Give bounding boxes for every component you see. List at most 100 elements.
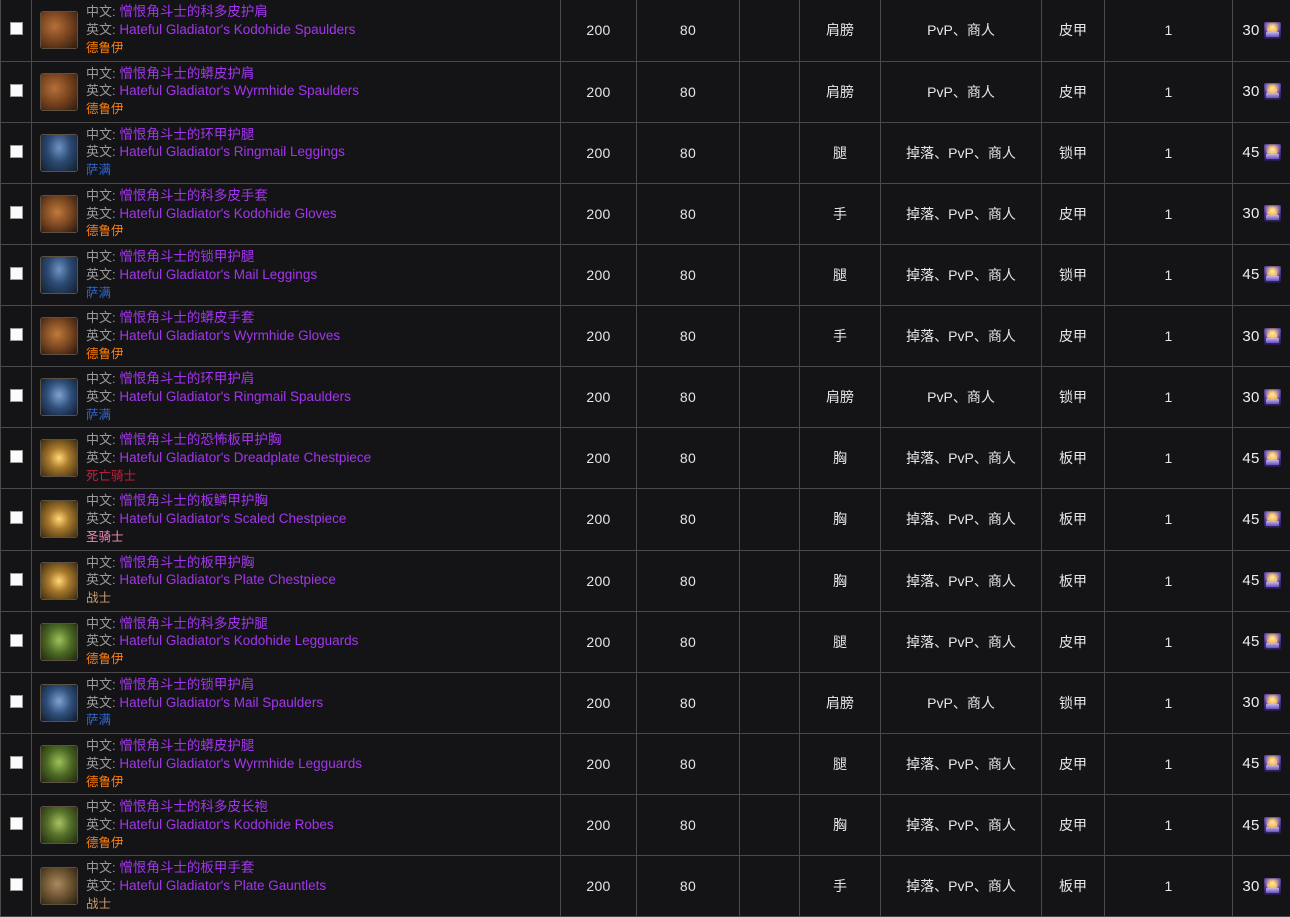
table-row[interactable]: 中文: 憎恨角斗士的锁甲护腿英文: Hateful Gladiator's Ma…: [1, 244, 1290, 305]
item-name-en[interactable]: Hateful Gladiator's Mail Leggings: [119, 267, 317, 282]
chest-leather-green-icon[interactable]: [40, 806, 78, 844]
source-cell: PvP、商人: [881, 367, 1042, 428]
cost-cell: 30: [1233, 306, 1290, 367]
item-name-en[interactable]: Hateful Gladiator's Ringmail Leggings: [119, 144, 344, 159]
row-select-cell[interactable]: [1, 122, 32, 183]
row-select-cell[interactable]: [1, 183, 32, 244]
item-name-cn[interactable]: 憎恨角斗士的恐怖板甲护胸: [119, 432, 281, 447]
table-row[interactable]: 中文: 憎恨角斗士的板甲手套英文: Hateful Gladiator's Pl…: [1, 856, 1290, 917]
row-select-cell[interactable]: [1, 672, 32, 733]
row-select-cell[interactable]: [1, 61, 32, 122]
legs-mail-blue-icon[interactable]: [40, 134, 78, 172]
item-name-cn[interactable]: 憎恨角斗士的板鳞甲护胸: [119, 493, 268, 508]
row-checkbox[interactable]: [10, 84, 23, 97]
item-name-en[interactable]: Hateful Gladiator's Wyrmhide Spaulders: [119, 83, 359, 98]
table-row[interactable]: 中文: 憎恨角斗士的蟒皮护肩英文: Hateful Gladiator's Wy…: [1, 61, 1290, 122]
gloves-leather-brown-icon[interactable]: [40, 195, 78, 233]
item-name-en[interactable]: Hateful Gladiator's Kodohide Legguards: [119, 633, 358, 648]
item-name-en[interactable]: Hateful Gladiator's Wyrmhide Legguards: [119, 756, 362, 771]
chest-plate-gold-icon[interactable]: [40, 562, 78, 600]
row-select-cell[interactable]: [1, 611, 32, 672]
row-select-cell[interactable]: [1, 489, 32, 550]
row-select-cell[interactable]: [1, 306, 32, 367]
item-name-cn[interactable]: 憎恨角斗士的蟒皮护腿: [119, 738, 254, 753]
shoulder-leather-brown-icon[interactable]: [40, 11, 78, 49]
slot-cell: 肩膀: [800, 367, 881, 428]
row-select-cell[interactable]: [1, 550, 32, 611]
legs-mail-blue-icon[interactable]: [40, 256, 78, 294]
item-name-cn[interactable]: 憎恨角斗士的科多皮手套: [119, 188, 268, 203]
row-checkbox[interactable]: [10, 206, 23, 219]
table-row[interactable]: 中文: 憎恨角斗士的板甲护胸英文: Hateful Gladiator's Pl…: [1, 550, 1290, 611]
item-name-en[interactable]: Hateful Gladiator's Ringmail Spaulders: [119, 389, 350, 404]
row-checkbox[interactable]: [10, 817, 23, 830]
row-select-cell[interactable]: [1, 795, 32, 856]
table-row[interactable]: 中文: 憎恨角斗士的科多皮护腿英文: Hateful Gladiator's K…: [1, 611, 1290, 672]
empty-cell: [740, 856, 800, 917]
item-name-cn[interactable]: 憎恨角斗士的板甲手套: [119, 860, 254, 875]
item-name-cn[interactable]: 憎恨角斗士的锁甲护腿: [119, 249, 254, 264]
en-label: 英文:: [86, 389, 116, 404]
row-checkbox[interactable]: [10, 634, 23, 647]
item-name-en[interactable]: Hateful Gladiator's Kodohide Robes: [119, 817, 333, 832]
row-checkbox[interactable]: [10, 328, 23, 341]
row-checkbox[interactable]: [10, 389, 23, 402]
table-row[interactable]: 中文: 憎恨角斗士的蟒皮护腿英文: Hateful Gladiator's Wy…: [1, 733, 1290, 794]
shoulder-mail-blue-icon[interactable]: [40, 378, 78, 416]
row-select-cell[interactable]: [1, 244, 32, 305]
shoulder-leather-brown-icon[interactable]: [40, 73, 78, 111]
item-name-en[interactable]: Hateful Gladiator's Plate Gauntlets: [119, 878, 326, 893]
row-select-cell[interactable]: [1, 367, 32, 428]
row-select-cell[interactable]: [1, 0, 32, 61]
table-row[interactable]: 中文: 憎恨角斗士的科多皮护肩英文: Hateful Gladiator's K…: [1, 0, 1290, 61]
gloves-plate-bronze-icon[interactable]: [40, 867, 78, 905]
row-select-cell[interactable]: [1, 428, 32, 489]
table-row[interactable]: 中文: 憎恨角斗士的环甲护肩英文: Hateful Gladiator's Ri…: [1, 367, 1290, 428]
table-row[interactable]: 中文: 憎恨角斗士的蟒皮手套英文: Hateful Gladiator's Wy…: [1, 306, 1290, 367]
item-name-en[interactable]: Hateful Gladiator's Wyrmhide Gloves: [119, 328, 340, 343]
legs-leather-green-icon[interactable]: [40, 745, 78, 783]
row-checkbox[interactable]: [10, 573, 23, 586]
row-checkbox[interactable]: [10, 695, 23, 708]
item-name-en[interactable]: Hateful Gladiator's Plate Chestpiece: [119, 572, 335, 587]
row-checkbox[interactable]: [10, 756, 23, 769]
item-name-en[interactable]: Hateful Gladiator's Kodohide Spaulders: [119, 22, 355, 37]
table-row[interactable]: 中文: 憎恨角斗士的科多皮长袍英文: Hateful Gladiator's K…: [1, 795, 1290, 856]
row-checkbox[interactable]: [10, 450, 23, 463]
table-row[interactable]: 中文: 憎恨角斗士的科多皮手套英文: Hateful Gladiator's K…: [1, 183, 1290, 244]
chest-plate-gold-icon[interactable]: [40, 500, 78, 538]
item-name-cn[interactable]: 憎恨角斗士的蟒皮护肩: [119, 66, 254, 81]
row-checkbox[interactable]: [10, 511, 23, 524]
source-cell: 掉落、PvP、商人: [881, 795, 1042, 856]
item-name-cn[interactable]: 憎恨角斗士的科多皮护肩: [119, 4, 268, 19]
row-select-cell[interactable]: [1, 733, 32, 794]
item-name-cn[interactable]: 憎恨角斗士的锁甲护肩: [119, 677, 254, 692]
gloves-leather-brown-icon[interactable]: [40, 317, 78, 355]
armor-type-cell: 锁甲: [1042, 367, 1105, 428]
row-checkbox[interactable]: [10, 145, 23, 158]
row-checkbox[interactable]: [10, 22, 23, 35]
item-name-en[interactable]: Hateful Gladiator's Scaled Chestpiece: [119, 511, 346, 526]
row-checkbox[interactable]: [10, 878, 23, 891]
table-row[interactable]: 中文: 憎恨角斗士的板鳞甲护胸英文: Hateful Gladiator's S…: [1, 489, 1290, 550]
item-name-cn[interactable]: 憎恨角斗士的环甲护肩: [119, 371, 254, 386]
item-class-label: 萨满: [86, 285, 317, 302]
item-name-cn[interactable]: 憎恨角斗士的环甲护腿: [119, 127, 254, 142]
item-name-cn[interactable]: 憎恨角斗士的蟒皮手套: [119, 310, 254, 325]
table-row[interactable]: 中文: 憎恨角斗士的锁甲护肩英文: Hateful Gladiator's Ma…: [1, 672, 1290, 733]
item-name-en[interactable]: Hateful Gladiator's Dreadplate Chestpiec…: [119, 450, 371, 465]
row-select-cell[interactable]: [1, 856, 32, 917]
item-name-cn[interactable]: 憎恨角斗士的科多皮护腿: [119, 616, 268, 631]
table-row[interactable]: 中文: 憎恨角斗士的环甲护腿英文: Hateful Gladiator's Ri…: [1, 122, 1290, 183]
legs-leather-green-icon[interactable]: [40, 623, 78, 661]
item-name-en[interactable]: Hateful Gladiator's Mail Spaulders: [119, 695, 323, 710]
chest-plate-gold-icon[interactable]: [40, 439, 78, 477]
item-table-body: 中文: 憎恨角斗士的科多皮护肩英文: Hateful Gladiator's K…: [1, 0, 1290, 917]
shoulder-mail-blue-icon[interactable]: [40, 684, 78, 722]
table-row[interactable]: 中文: 憎恨角斗士的恐怖板甲护胸英文: Hateful Gladiator's …: [1, 428, 1290, 489]
item-name-cn[interactable]: 憎恨角斗士的科多皮长袍: [119, 799, 268, 814]
cost-amount: 30: [1242, 389, 1259, 406]
item-name-cn[interactable]: 憎恨角斗士的板甲护胸: [119, 555, 254, 570]
row-checkbox[interactable]: [10, 267, 23, 280]
item-name-en[interactable]: Hateful Gladiator's Kodohide Gloves: [119, 206, 336, 221]
